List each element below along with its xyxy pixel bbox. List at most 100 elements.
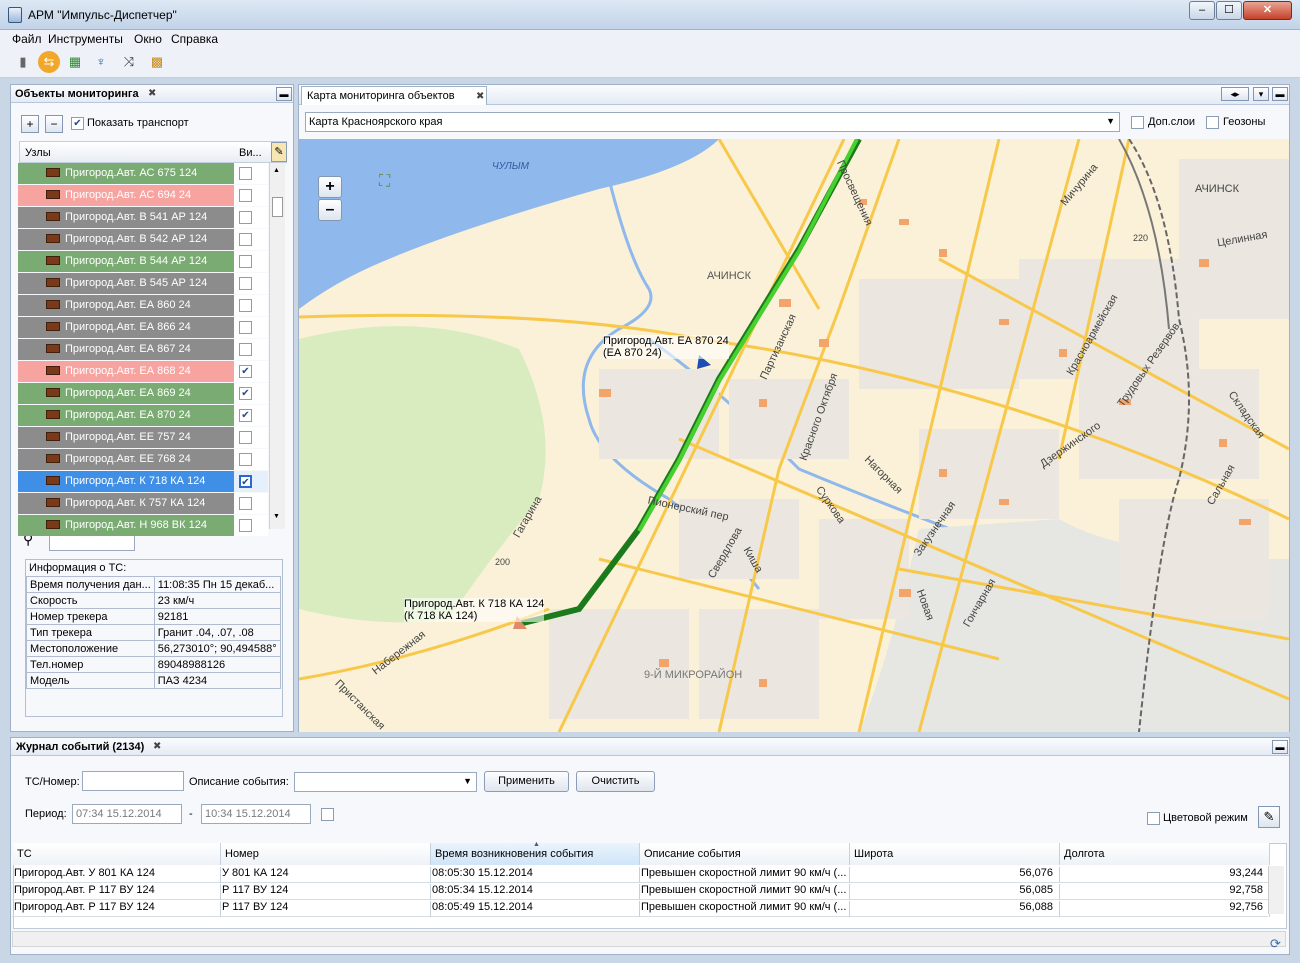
apply-button[interactable]: Применить	[484, 771, 569, 792]
col-lat-header[interactable]: Широта	[850, 843, 1060, 865]
vehicle-tree-row[interactable]: Пригород.Авт. К 757 КА 124	[18, 493, 268, 515]
vehicle-tree-row[interactable]: Пригород.Авт. ЕЕ 757 24	[18, 427, 268, 449]
layers-checkbox[interactable]	[1131, 116, 1144, 129]
document-icon[interactable]: ▮	[12, 51, 34, 73]
vehicle-tree-label[interactable]: Пригород.Авт. К 757 КА 124	[18, 493, 234, 514]
visibility-checkbox[interactable]	[239, 453, 252, 466]
journal-scrollbar[interactable]	[1268, 866, 1284, 914]
panel-minimize-button[interactable]: ▬	[276, 87, 292, 101]
vehicle-tree-label[interactable]: Пригород.Авт. В 545 АР 124	[18, 273, 234, 294]
antenna-icon[interactable]: ♆	[90, 51, 112, 73]
route-icon[interactable]: ⤨	[118, 51, 140, 73]
vehicle-tree-row[interactable]: Пригород.Авт. ЕА 870 24 ✔	[18, 405, 268, 427]
tab-scroll-arrows[interactable]: ◂▸	[1221, 87, 1249, 101]
panel-minimize-button[interactable]: ▬	[1272, 87, 1288, 101]
zoom-in-button[interactable]: +	[318, 176, 342, 198]
close-tab-icon[interactable]: ✖	[148, 88, 156, 99]
scroll-thumb[interactable]	[272, 197, 283, 217]
clear-button[interactable]: Очистить	[576, 771, 655, 792]
col-desc-header[interactable]: Описание события	[640, 843, 850, 865]
settings-icon[interactable]: ✎	[1258, 806, 1280, 828]
vehicle-tree-label[interactable]: Пригород.Авт. Н 968 ВК 124	[18, 515, 234, 536]
visibility-checkbox[interactable]	[239, 321, 252, 334]
show-transport-checkbox[interactable]: ✔	[71, 117, 84, 130]
visibility-checkbox[interactable]: ✔	[239, 409, 252, 422]
zoom-out-button[interactable]: –	[318, 199, 342, 221]
close-tab-icon[interactable]: ✖	[476, 91, 484, 102]
tab-list-icon[interactable]: ▾	[1253, 87, 1269, 101]
close-tab-icon[interactable]: ✖	[153, 741, 161, 752]
vehicle-tree-row[interactable]: Пригород.Авт. В 542 АР 124	[18, 229, 268, 251]
vehicle-tree-label[interactable]: Пригород.Авт. ЕА 867 24	[18, 339, 234, 360]
vehicle-tree-label[interactable]: Пригород.Авт. В 541 АР 124	[18, 207, 234, 228]
vehicle-tree-row[interactable]: Пригород.Авт. ЕЕ 768 24	[18, 449, 268, 471]
visibility-checkbox[interactable]	[239, 189, 252, 202]
tree-scrollbar[interactable]: ▲ ▼	[269, 163, 285, 529]
geozones-checkbox[interactable]	[1206, 116, 1219, 129]
visibility-checkbox[interactable]	[239, 519, 252, 532]
calendar-icon[interactable]: ▦	[64, 51, 86, 73]
col-visible-header[interactable]: Ви...	[239, 147, 262, 159]
minimize-button[interactable]: –	[1189, 1, 1215, 20]
period-checkbox[interactable]	[321, 808, 334, 821]
marker-icon[interactable]: ⛶	[379, 173, 401, 193]
vehicle-tree-label[interactable]: Пригород.Авт. ЕА 860 24	[18, 295, 234, 316]
ts-filter-input[interactable]	[82, 771, 184, 791]
menu-window[interactable]: Окно	[134, 32, 162, 46]
filter-icon[interactable]: ✎	[271, 142, 287, 162]
visibility-checkbox[interactable]	[239, 431, 252, 444]
col-nodes-header[interactable]: Узлы	[25, 147, 51, 159]
journal-h-scrollbar[interactable]	[12, 931, 1286, 947]
vehicle-tree-row[interactable]: Пригород.Авт. К 718 КА 124 ✔	[18, 471, 268, 493]
panel-minimize-button[interactable]: ▬	[1272, 740, 1288, 754]
vehicle-tree-label[interactable]: Пригород.Авт. ЕА 869 24	[18, 383, 234, 404]
vehicle-tree-label[interactable]: Пригород.Авт. АС 675 124	[18, 163, 234, 184]
col-ts-header[interactable]: ТС	[13, 843, 221, 865]
menu-tools[interactable]: Инструменты	[48, 32, 123, 46]
period-to-input[interactable]: 10:34 15.12.2014	[201, 804, 311, 824]
col-lon-header[interactable]: Долгота	[1060, 843, 1270, 865]
visibility-checkbox[interactable]: ✔	[239, 365, 252, 378]
refresh-icon[interactable]: ⇆	[38, 51, 60, 73]
vehicle-tree-row[interactable]: Пригород.Авт. В 541 АР 124	[18, 207, 268, 229]
map-icon[interactable]: ▩	[146, 51, 168, 73]
close-button[interactable]: ✕	[1243, 1, 1292, 20]
visibility-checkbox[interactable]	[239, 299, 252, 312]
vehicle-1-label[interactable]: Пригород.Авт. ЕА 870 24 (ЕА 870 24)	[603, 335, 729, 359]
visibility-checkbox[interactable]	[239, 211, 252, 224]
maximize-button[interactable]: ☐	[1216, 1, 1242, 20]
visibility-checkbox[interactable]: ✔	[239, 475, 252, 488]
vehicle-tree-label[interactable]: Пригород.Авт. К 718 КА 124	[18, 471, 234, 492]
vehicle-tree-row[interactable]: Пригород.Авт. ЕА 869 24 ✔	[18, 383, 268, 405]
desc-filter-select[interactable]: ▼	[294, 772, 477, 792]
vehicle-tree-row[interactable]: Пригород.Авт. АС 675 124	[18, 163, 268, 185]
vehicle-tree-row[interactable]: Пригород.Авт. В 544 АР 124	[18, 251, 268, 273]
visibility-checkbox[interactable]	[239, 167, 252, 180]
visibility-checkbox[interactable]: ✔	[239, 387, 252, 400]
vehicle-tree-label[interactable]: Пригород.Авт. АС 694 24	[18, 185, 234, 206]
col-number-header[interactable]: Номер	[221, 843, 431, 865]
visibility-checkbox[interactable]	[239, 255, 252, 268]
vehicle-tree-row[interactable]: Пригород.Авт. АС 694 24	[18, 185, 268, 207]
vehicle-2-label[interactable]: Пригород.Авт. К 718 КА 124 (К 718 КА 124…	[404, 598, 545, 622]
color-mode-checkbox[interactable]	[1147, 812, 1160, 825]
vehicle-tree-row[interactable]: Пригород.Авт. ЕА 868 24 ✔	[18, 361, 268, 383]
vehicle-tree-label[interactable]: Пригород.Авт. ЕЕ 757 24	[18, 427, 234, 448]
scroll-down-icon[interactable]: ▼	[273, 513, 280, 520]
visibility-checkbox[interactable]	[239, 277, 252, 290]
vehicle-tree-label[interactable]: Пригород.Авт. В 544 АР 124	[18, 251, 234, 272]
vehicle-tree-row[interactable]: Пригород.Авт. ЕА 867 24	[18, 339, 268, 361]
vehicle-tree-row[interactable]: Пригород.Авт. Н 968 ВК 124	[18, 515, 268, 537]
period-from-input[interactable]: 07:34 15.12.2014	[72, 804, 182, 824]
vehicle-tree-row[interactable]: Пригород.Авт. ЕА 860 24	[18, 295, 268, 317]
vehicle-tree-label[interactable]: Пригород.Авт. ЕА 868 24	[18, 361, 234, 382]
vehicle-tree-label[interactable]: Пригород.Авт. ЕА 866 24	[18, 317, 234, 338]
vehicle-tree-label[interactable]: Пригород.Авт. ЕЕ 768 24	[18, 449, 234, 470]
collapse-all-button[interactable]: −	[45, 115, 63, 133]
scroll-up-icon[interactable]: ▲	[273, 167, 280, 174]
vehicle-tree-label[interactable]: Пригород.Авт. ЕА 870 24	[18, 405, 234, 426]
map-select[interactable]: Карта Красноярского края ▼	[305, 112, 1120, 132]
vehicle-tree-label[interactable]: Пригород.Авт. В 542 АР 124	[18, 229, 234, 250]
visibility-checkbox[interactable]	[239, 233, 252, 246]
visibility-checkbox[interactable]	[239, 497, 252, 510]
